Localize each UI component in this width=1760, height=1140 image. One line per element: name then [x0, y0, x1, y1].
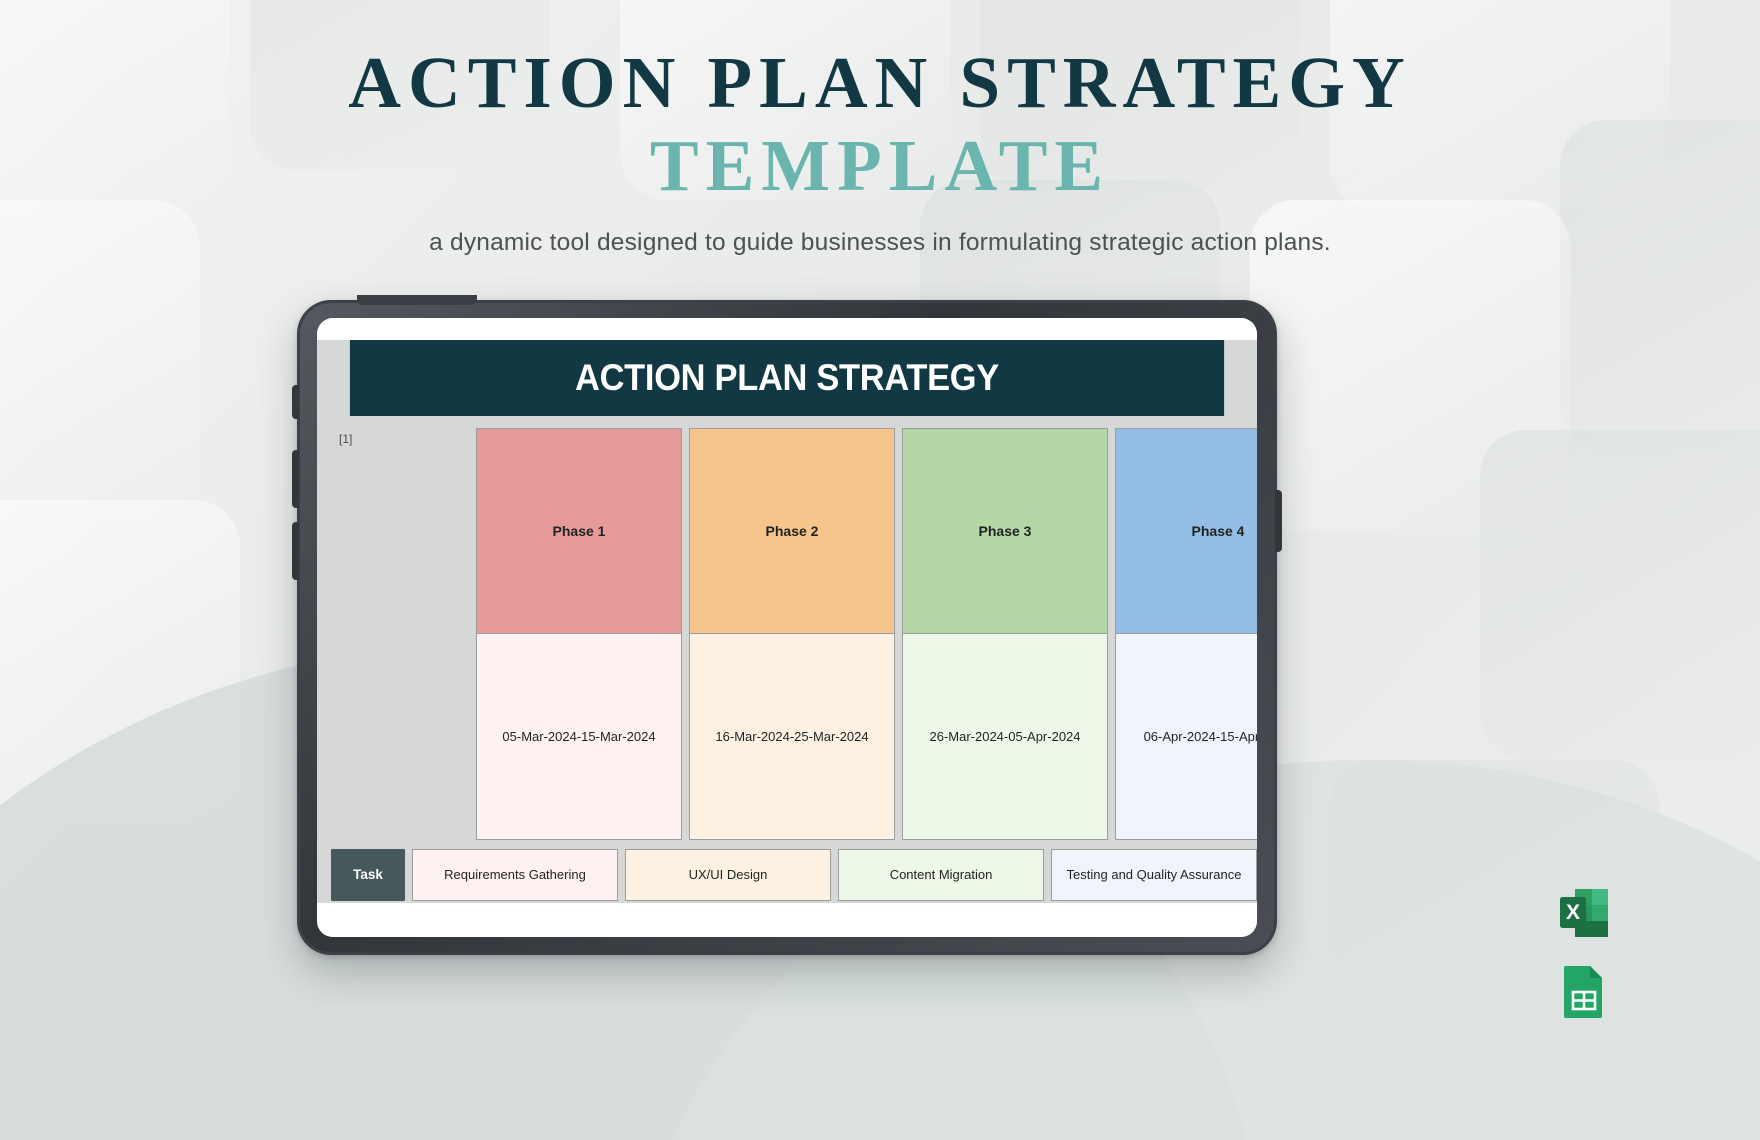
phase-column-4[interactable]: Phase 4 06-Apr-2024-15-Apr-2024 — [1115, 428, 1257, 840]
phase-label: Phase 2 — [689, 428, 895, 634]
row-label-task: Task — [331, 849, 405, 901]
tablet-button[interactable] — [292, 385, 299, 419]
page-title: ACTION PLAN STRATEGY — [348, 42, 1412, 123]
tablet-volume-down-button[interactable] — [292, 522, 299, 580]
phase-column-3[interactable]: Phase 3 26-Mar-2024-05-Apr-2024 — [902, 428, 1108, 840]
cell-task-phase3[interactable]: Content Migration — [838, 849, 1044, 901]
phase-label: Phase 1 — [476, 428, 682, 634]
phase-dates: 05-Mar-2024-15-Mar-2024 — [476, 634, 682, 840]
tablet-mockup: ACTION PLAN STRATEGY [1] Phase 1 05-Mar-… — [292, 295, 1282, 955]
screen-content: ACTION PLAN STRATEGY [1] Phase 1 05-Mar-… — [317, 318, 1257, 937]
phase-header-row: Phase 1 05-Mar-2024-15-Mar-2024 Phase 2 … — [331, 428, 1257, 840]
table-row: Task Requirements Gathering UX/UI Design… — [331, 849, 1257, 901]
file-format-icons: X — [1558, 885, 1610, 1019]
sheets-icon-svg — [1564, 966, 1602, 1018]
tablet-screen: ACTION PLAN STRATEGY [1] Phase 1 05-Mar-… — [317, 318, 1257, 937]
phase-dates: 16-Mar-2024-25-Mar-2024 — [689, 634, 895, 840]
phase-column-2[interactable]: Phase 2 16-Mar-2024-25-Mar-2024 — [689, 428, 895, 840]
spreadsheet-grid: [1] Phase 1 05-Mar-2024-15-Mar-2024 Phas… — [317, 416, 1257, 903]
page-subtitle-accent: TEMPLATE — [649, 125, 1111, 206]
header-spacer — [331, 428, 469, 840]
excel-icon-svg: X — [1560, 889, 1608, 937]
phase-column-1[interactable]: Phase 1 05-Mar-2024-15-Mar-2024 — [476, 428, 682, 840]
phase-dates: 06-Apr-2024-15-Apr-2024 — [1115, 634, 1257, 840]
bg-square — [1480, 430, 1760, 760]
page-header: ACTION PLAN STRATEGY TEMPLATE a dynamic … — [0, 0, 1760, 257]
spreadsheet-title: ACTION PLAN STRATEGY — [349, 340, 1225, 416]
tablet-camera-bar — [357, 295, 477, 305]
spreadsheet: ACTION PLAN STRATEGY [1] Phase 1 05-Mar-… — [317, 340, 1257, 903]
tablet-volume-up-button[interactable] — [292, 450, 299, 508]
google-sheets-icon[interactable] — [1558, 963, 1610, 1019]
excel-icon-letter: X — [1566, 901, 1580, 924]
cell-task-phase1[interactable]: Requirements Gathering — [412, 849, 618, 901]
tablet-power-button[interactable] — [1275, 490, 1282, 552]
phase-dates: 26-Mar-2024-05-Apr-2024 — [902, 634, 1108, 840]
phase-label: Phase 3 — [902, 428, 1108, 634]
phase-label: Phase 4 — [1115, 428, 1257, 634]
excel-icon[interactable]: X — [1558, 885, 1610, 941]
cell-task-phase4[interactable]: Testing and Quality Assurance — [1051, 849, 1257, 901]
cell-task-phase2[interactable]: UX/UI Design — [625, 849, 831, 901]
sheet-corner-ref: [1] — [339, 432, 353, 446]
page-description: a dynamic tool designed to guide busines… — [429, 228, 1331, 256]
